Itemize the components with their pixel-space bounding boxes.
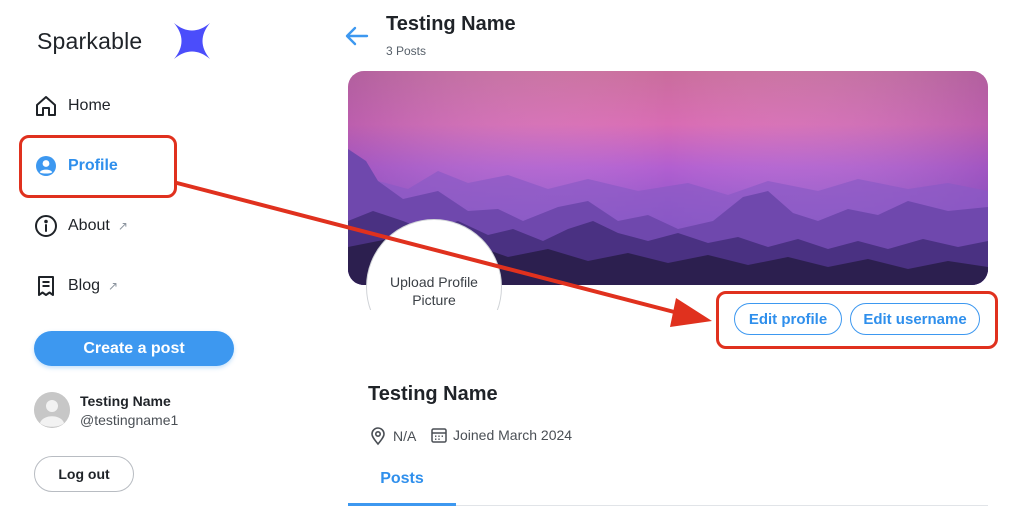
info-icon [34, 214, 58, 238]
avatar [34, 392, 70, 428]
profile-name: Testing Name [368, 383, 498, 405]
post-count: 3 Posts [386, 44, 427, 58]
location-pin-icon [371, 427, 385, 446]
annotation-highlight-edit-buttons [716, 291, 998, 349]
page-title: Testing Name [386, 13, 516, 35]
sidebar-item-label: About [68, 217, 110, 234]
home-icon [34, 94, 58, 118]
brand[interactable]: Sparkable [37, 28, 142, 55]
user-handle: @testingname1 [80, 411, 179, 428]
tab-active-indicator [348, 503, 456, 506]
tab-posts[interactable]: Posts [348, 470, 456, 506]
location: N/A [368, 426, 416, 446]
user-card[interactable]: Testing Name @testingname1 [34, 392, 178, 428]
external-link-icon: ↗ [108, 279, 119, 293]
brand-name: Sparkable [37, 28, 143, 54]
location-text: N/A [393, 428, 417, 444]
upload-profile-picture-label: Upload Profile Picture [390, 274, 478, 308]
user-name: Testing Name [80, 392, 171, 409]
external-link-icon: ↗ [117, 219, 128, 233]
calendar-icon [431, 428, 447, 443]
sidebar-item-label: Home [68, 97, 111, 114]
receipt-icon [34, 274, 58, 298]
joined-date: Joined March 2024 [430, 426, 572, 444]
sidebar-item-blog[interactable]: Blog ↗ [34, 273, 118, 299]
sidebar-item-label: Blog [68, 277, 101, 294]
create-post-button[interactable]: Create a post [34, 331, 234, 366]
user-placeholder-icon [34, 392, 70, 428]
sidebar-item-about[interactable]: About ↗ [34, 213, 128, 239]
sparkable-logo-icon [174, 23, 210, 59]
logout-button[interactable]: Log out [34, 456, 134, 492]
back-arrow-icon[interactable] [344, 24, 370, 48]
annotation-highlight-profile [19, 135, 177, 198]
joined-text: Joined March 2024 [453, 427, 573, 443]
sidebar-item-home[interactable]: Home [34, 93, 111, 119]
avatar-cutoff [360, 310, 510, 370]
